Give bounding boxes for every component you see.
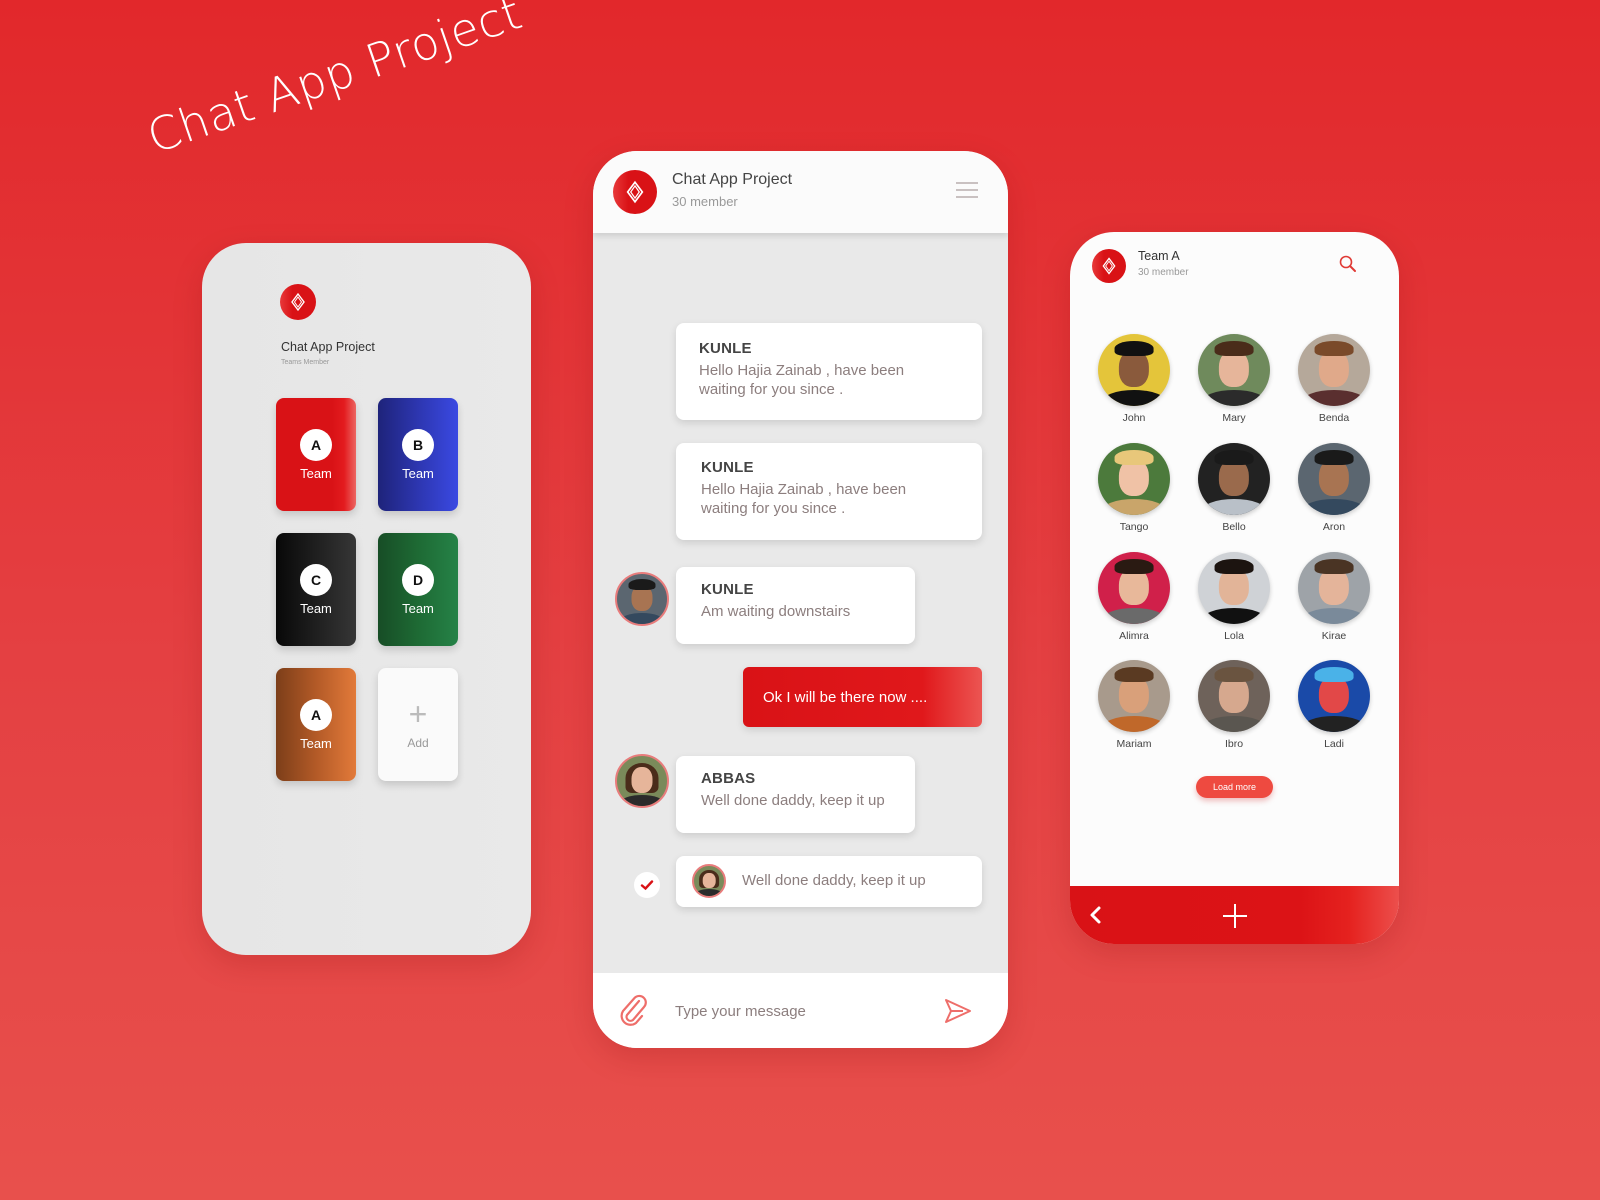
chat-title: Chat App Project [672,171,793,188]
chevron-left-icon[interactable] [1086,904,1106,926]
member-avatar [1198,443,1270,515]
search-icon[interactable] [1338,254,1358,274]
team-label: Team [402,600,434,616]
message-text: Am waiting downstairs [701,603,851,620]
member-tango[interactable]: Tango [1089,443,1179,533]
message-bubble: KUNLE Am waiting downstairs [676,567,915,644]
team-label: Team [402,465,434,481]
member-avatar [1298,552,1370,624]
member-alimra[interactable]: Alimra [1089,552,1179,642]
sender-name: ABBAS [701,770,756,787]
member-avatar [1098,334,1170,406]
team-label: Team [300,465,332,481]
member-aron[interactable]: Aron [1289,443,1379,533]
hero-title: Chat App Project [140,0,529,165]
team-label: Team [300,600,332,616]
member-name: Bello [1222,521,1246,533]
paperclip-icon[interactable] [617,993,649,1027]
member-avatar [1198,660,1270,732]
member-lola[interactable]: Lola [1189,552,1279,642]
read-check-icon [634,872,660,898]
member-count: 30 member [672,194,738,209]
send-icon[interactable] [943,997,973,1025]
message-text: Well done daddy, keep it up [701,792,885,809]
member-avatar [1198,334,1270,406]
message-bubble: KUNLE Hello Hajia Zainab , have been wai… [676,323,982,420]
teams-title: Chat App Project [281,340,375,354]
chat-screen: Chat App Project 30 member KUNLE Hello H… [593,151,1008,1048]
member-name: Aron [1322,521,1346,533]
team-badge: A [300,698,332,731]
app-logo-icon [280,284,316,320]
member-name: Ibro [1224,738,1244,750]
message-text: Hello Hajia Zainab , have been waiting f… [701,481,907,517]
teams-subtitle: Teams Member [281,359,330,366]
sender-name: KUNLE [699,340,752,357]
member-name: Lola [1224,630,1244,642]
member-name: Alimra [1119,630,1149,642]
team-label: Team [300,735,332,751]
teams-screen: Chat App Project Teams Member A Team B T… [202,243,531,955]
team-badge: D [402,563,434,596]
team-card-b[interactable]: B Team [378,398,458,511]
member-count: 30 member [1138,267,1189,278]
member-avatar [1098,552,1170,624]
member-avatar [1098,443,1170,515]
team-badge: B [402,428,434,461]
sender-name: KUNLE [701,459,754,476]
team-card-c[interactable]: C Team [276,533,356,646]
message-text: Hello Hajia Zainab , have been waiting f… [699,362,905,398]
team-card-a2[interactable]: A Team [276,668,356,781]
sender-name: KUNLE [701,581,754,598]
member-kirae[interactable]: Kirae [1289,552,1379,642]
plus-icon: + [408,695,428,732]
member-name: Ladi [1324,738,1344,750]
member-avatar [1298,334,1370,406]
team-title: Team A [1138,249,1180,263]
team-badge: A [300,428,332,461]
member-avatar [1098,660,1170,732]
message-bubble: KUNLE Hello Hajia Zainab , have been wai… [676,443,982,540]
message-bubble: ABBAS Well done daddy, keep it up [676,756,915,833]
member-john[interactable]: John [1089,334,1179,424]
load-more-button[interactable]: Load more [1196,776,1273,798]
members-screen: Team A 30 member John Mary Benda Tango Bello… [1070,232,1399,944]
member-bello[interactable]: Bello [1189,443,1279,533]
member-ibro[interactable]: Ibro [1189,660,1279,750]
member-avatar [1298,660,1370,732]
plus-icon[interactable] [1222,903,1248,929]
team-badge: C [300,563,332,596]
member-ladi[interactable]: Ladi [1289,660,1379,750]
member-name: Mary [1222,412,1246,424]
member-name: Tango [1119,521,1149,533]
sender-avatar[interactable] [692,864,726,898]
own-message-bubble: Ok I will be there now .... [743,667,982,727]
app-logo-icon [1092,249,1126,283]
member-avatar [1298,443,1370,515]
member-name: Mariam [1116,738,1152,750]
message-bubble: Well done daddy, keep it up [676,856,982,907]
member-avatar [1198,552,1270,624]
sender-avatar[interactable] [615,754,669,808]
add-label: Add [407,735,429,750]
chat-header: Chat App Project 30 member [593,151,1008,233]
team-card-a[interactable]: A Team [276,398,356,511]
member-name: John [1122,412,1146,424]
team-card-d[interactable]: D Team [378,533,458,646]
message-text: Ok I will be there now .... [763,689,928,706]
member-mary[interactable]: Mary [1189,334,1279,424]
message-composer [593,973,1008,1048]
member-name: Kirae [1321,630,1347,642]
message-text: Well done daddy, keep it up [742,872,926,889]
message-input[interactable] [675,998,925,1024]
bottom-bar [1070,886,1399,944]
sender-avatar[interactable] [615,572,669,626]
member-mariam[interactable]: Mariam [1089,660,1179,750]
member-benda[interactable]: Benda [1289,334,1379,424]
hamburger-icon[interactable] [956,182,978,198]
add-team-button[interactable]: + Add [378,668,458,781]
app-logo-icon [613,170,657,214]
member-name: Benda [1318,412,1350,424]
